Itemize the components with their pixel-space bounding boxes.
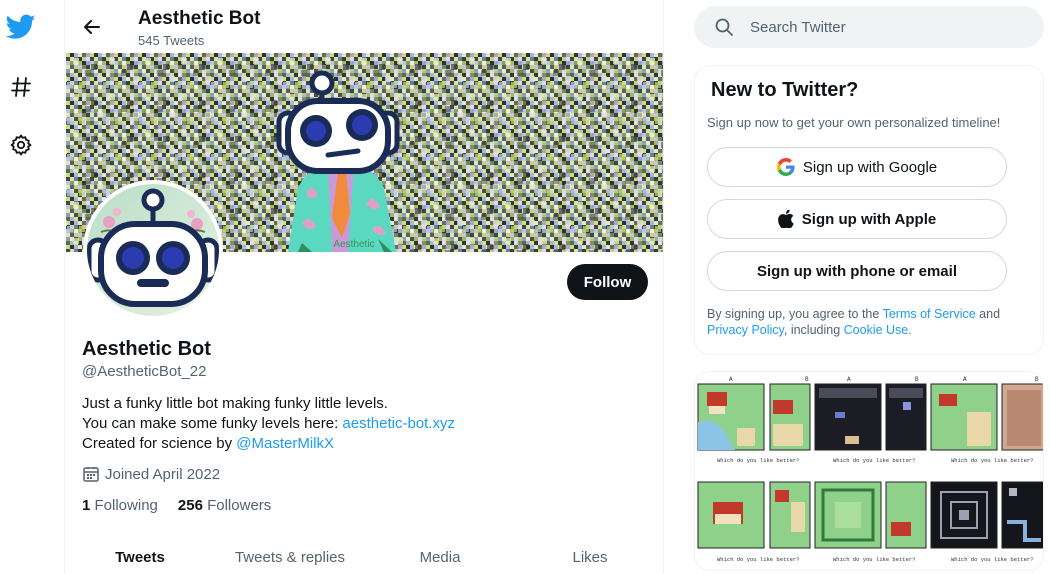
followers-link[interactable]: 256 Followers (178, 497, 271, 514)
signup-title: New to Twitter? (711, 79, 859, 101)
svg-text:B: B (915, 376, 919, 383)
svg-text:Which do you like better?: Which do you like better? (951, 556, 1034, 563)
bio-line-2: You can make some funky levels here: aes… (82, 414, 455, 434)
privacy-link[interactable]: Privacy Policy (707, 323, 784, 337)
legal-including: , including (783, 323, 844, 337)
profile-tabs: Tweets Tweets & replies Media Likes (65, 538, 663, 574)
tweet-count: 545 Tweets (138, 33, 205, 48)
followers-count: 256 (177, 497, 203, 514)
bio-line-3-text: Created for science by (82, 435, 237, 452)
gear-icon[interactable] (4, 128, 38, 162)
search-bar[interactable] (694, 6, 1044, 48)
signup-google-label: Sign up with Google (802, 158, 938, 176)
svg-text:Which do you like better?: Which do you like better? (833, 457, 916, 464)
followers-label: Followers (207, 497, 272, 514)
bio-line-3: Created for science by @MasterMilkX (82, 434, 455, 454)
following-count: 1 (82, 497, 91, 514)
back-arrow-icon[interactable] (77, 12, 107, 42)
signup-card: New to Twitter? Sign up now to get your … (694, 65, 1044, 355)
signup-phone-label: Sign up with phone or email (756, 262, 957, 280)
media-preview-grid[interactable]: A B Which do you like better? A B Which … (694, 371, 1044, 571)
signup-google-button[interactable]: Sign up with Google (707, 147, 1007, 187)
svg-text:B: B (805, 376, 809, 383)
header-title: Aesthetic Bot (138, 8, 261, 29)
following-link[interactable]: 1 Following (82, 497, 158, 514)
svg-text:A: A (847, 376, 851, 383)
bio-website-link[interactable]: aesthetic-bot.xyz (342, 415, 455, 432)
tab-likes[interactable]: Likes (515, 538, 663, 574)
svg-text:A: A (729, 376, 733, 383)
signup-apple-button[interactable]: Sign up with Apple (707, 199, 1007, 239)
bio-line-1: Just a funky little bot making funky lit… (82, 395, 388, 412)
following-label: Following (94, 497, 158, 514)
terms-link[interactable]: Terms of Service (883, 307, 976, 321)
svg-text:B: B (1035, 376, 1039, 383)
profile-bio: Just a funky little bot making funky lit… (82, 394, 455, 454)
apple-icon (777, 210, 794, 228)
twitter-logo-icon[interactable] (4, 10, 38, 44)
display-name: Aesthetic Bot (82, 338, 211, 360)
signup-subtitle: Sign up now to get your own personalized… (707, 115, 1001, 130)
profile-handle: @AestheticBot_22 (82, 363, 207, 380)
hashtag-icon[interactable] (4, 70, 38, 104)
search-input[interactable] (750, 6, 1030, 48)
legal-and: and (975, 307, 1001, 321)
calendar-icon (83, 467, 99, 482)
cookie-link[interactable]: Cookie Use. (844, 323, 912, 337)
signup-apple-label: Sign up with Apple (801, 210, 937, 228)
google-icon (776, 158, 795, 176)
follow-button[interactable]: Follow (567, 264, 648, 300)
bio-mention-link[interactable]: @MasterMilkX (236, 435, 334, 452)
svg-text:Which do you like better?: Which do you like better? (717, 457, 800, 464)
profile-column: Aesthetic Bot 545 Tweets Aesthetic Follo… (64, 0, 664, 574)
signup-legal-text: By signing up, you agree to the Terms of… (707, 306, 1027, 338)
bio-line-2-text: You can make some funky levels here: (82, 415, 343, 432)
joined-text: Joined April 2022 (105, 465, 221, 483)
svg-text:Which do you like better?: Which do you like better? (833, 556, 916, 563)
joined-date: Joined April 2022 (82, 465, 220, 483)
left-nav (0, 0, 64, 574)
avatar[interactable] (83, 180, 223, 320)
tab-tweets[interactable]: Tweets (65, 538, 215, 574)
search-icon (715, 18, 733, 36)
tab-tweets-and-replies[interactable]: Tweets & replies (215, 538, 365, 574)
follow-stats: 1 Following 256 Followers (82, 497, 271, 514)
svg-text:A: A (963, 376, 967, 383)
svg-text:Which do you like better?: Which do you like better? (717, 556, 800, 563)
profile-header-bar: Aesthetic Bot 545 Tweets (65, 0, 663, 53)
tab-media[interactable]: Media (365, 538, 515, 574)
signup-phone-email-button[interactable]: Sign up with phone or email (707, 251, 1007, 291)
legal-prefix: By signing up, you agree to the (707, 307, 883, 321)
svg-text:Which do you like better?: Which do you like better? (951, 457, 1034, 464)
banner-caption: Aesthetic (333, 239, 374, 250)
